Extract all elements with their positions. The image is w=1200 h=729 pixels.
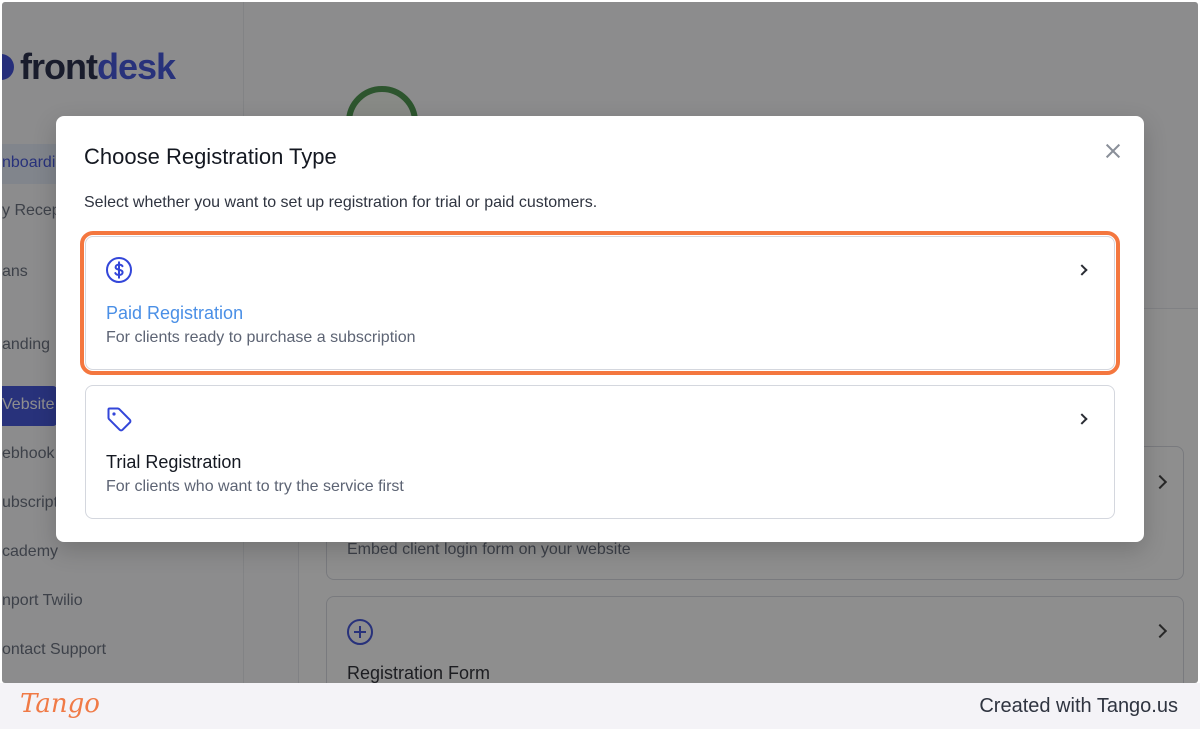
app-screen: frontdesk nboardi y Recep ans anding Veb… — [2, 2, 1198, 683]
modal-title: Choose Registration Type — [84, 144, 337, 169]
option-description: For clients who want to try the service … — [106, 478, 404, 495]
chevron-right-icon — [1076, 264, 1088, 276]
modal-description: Select whether you want to set up regist… — [84, 194, 598, 211]
chevron-right-icon — [1076, 413, 1088, 425]
option-title: Trial Registration — [106, 452, 242, 472]
registration-type-modal: Choose Registration Type Select whether … — [56, 116, 1144, 542]
tag-icon — [107, 407, 132, 432]
tango-credit: Created with Tango.us — [979, 695, 1178, 717]
tango-footer: Tango Created with Tango.us — [0, 683, 1200, 729]
dollar-circle-icon — [106, 257, 132, 283]
option-title: Paid Registration — [106, 303, 244, 323]
tango-logo: Tango — [20, 689, 100, 719]
paid-registration-option[interactable]: Paid Registration For clients ready to p… — [80, 231, 1120, 375]
close-icon[interactable] — [1102, 140, 1124, 162]
tango-frame: frontdesk nboardi y Recep ans anding Veb… — [0, 0, 1200, 729]
option-description: For clients ready to purchase a subscrip… — [106, 329, 416, 346]
trial-registration-option[interactable]: Trial Registration For clients who want … — [85, 385, 1115, 519]
